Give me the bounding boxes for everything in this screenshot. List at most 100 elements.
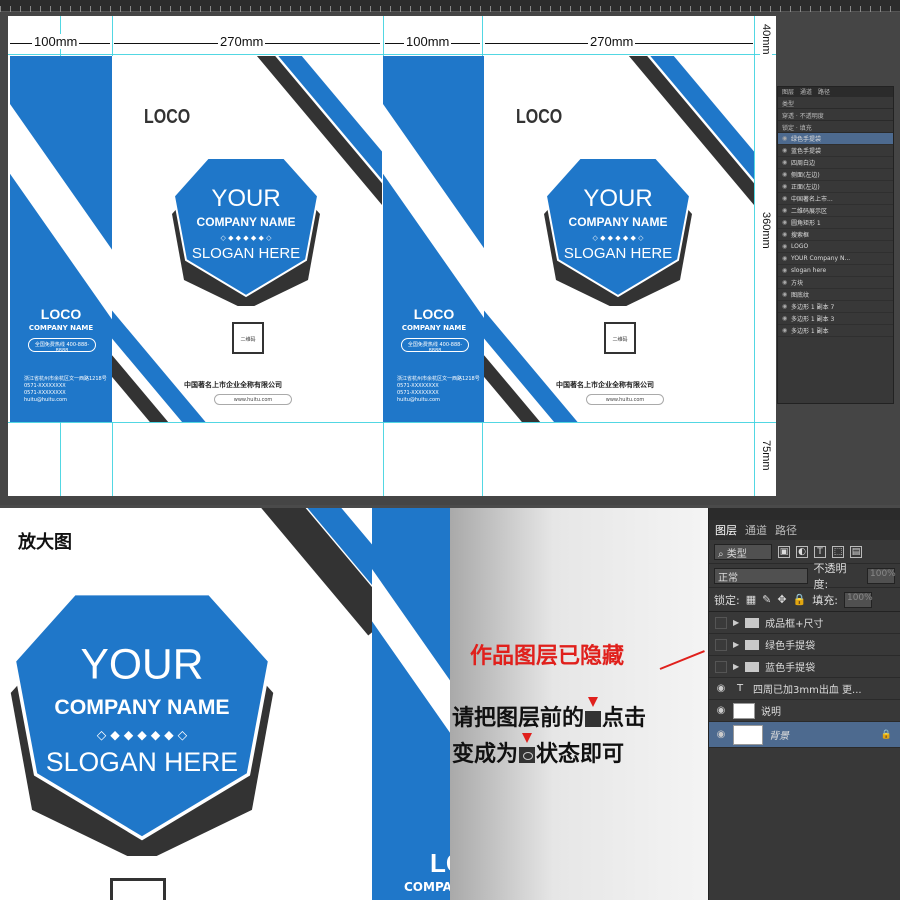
layer-row[interactable]: ◉ T 四周已加3mm出血 更...	[709, 678, 900, 700]
company-badge: YOUR COMPANY NAME ◇ ◆ ◆ ◆ ◆ ◆ ◇ SLOGAN H…	[544, 157, 692, 306]
eye-icon[interactable]: ◉	[782, 171, 791, 178]
eye-icon[interactable]: ◉	[782, 207, 791, 214]
layer-row[interactable]: ◉ 多边形 1 副本 3	[778, 313, 893, 325]
layer-name: 二维码展示区	[791, 208, 828, 215]
lock-paint-icon[interactable]: ✎	[762, 593, 771, 606]
layer-row[interactable]: ◉ LOGO	[778, 241, 893, 253]
bag-template-sheet[interactable]: 100mm 270mm 100mm 270mm 40mm 360mm 75mm …	[8, 16, 776, 496]
kind-label: 类型	[726, 548, 747, 560]
tab-layers[interactable]: 图层	[782, 87, 794, 97]
dark-diagonal-bar	[484, 298, 585, 422]
layer-row[interactable]: ◉ 搜索框	[778, 229, 893, 241]
lock-move-icon[interactable]: ✥	[777, 593, 786, 606]
layer-name: 侧面(左边)	[791, 172, 820, 179]
eye-icon[interactable]: ◉	[782, 303, 791, 310]
visibility-toggle-hidden[interactable]	[715, 616, 727, 629]
ruler-tick	[820, 6, 821, 12]
tab-layers[interactable]: 图层	[715, 522, 737, 538]
eye-icon[interactable]: ◉	[715, 683, 727, 695]
eye-icon[interactable]: ◉	[715, 705, 727, 717]
dimension-label: 40mm	[760, 24, 772, 55]
ruler-tick	[510, 6, 511, 12]
lock-pixels-icon[interactable]: ▦	[746, 593, 756, 606]
ruler-tick	[720, 6, 721, 12]
blend-mode-select[interactable]: 正常	[714, 567, 808, 584]
ruler-tick	[270, 6, 271, 12]
eye-icon[interactable]: ◉	[782, 255, 791, 262]
fill-input[interactable]: 100%	[843, 591, 873, 608]
dimension-label: 75mm	[760, 440, 772, 471]
eye-icon[interactable]: ◉	[782, 183, 791, 190]
visibility-toggle-hidden[interactable]	[715, 638, 727, 651]
layer-row[interactable]: ◉ 多边形 1 副本	[778, 325, 893, 337]
layer-row[interactable]: ◉ 绿色手提袋	[778, 133, 893, 145]
eye-icon[interactable]: ◉	[782, 159, 791, 166]
expand-arrow-icon[interactable]: ▶	[733, 640, 739, 649]
side-logo: LOCO	[413, 306, 455, 322]
opacity-label: 不透明度	[799, 113, 824, 120]
image-filter-icon[interactable]: ▣	[778, 545, 790, 558]
layer-row[interactable]: ◉ 正面(左边)	[778, 181, 893, 193]
eye-icon[interactable]: ◉	[782, 327, 791, 334]
layer-row[interactable]: ▶ 蓝色手提袋	[709, 656, 900, 678]
layer-name: 中国著名上市...	[791, 196, 833, 203]
fill-label: 填充:	[812, 593, 838, 607]
email-text: huitu@huitu.com	[397, 397, 440, 403]
layer-row[interactable]: ◉ 蓝色手提袋	[778, 145, 893, 157]
eye-icon[interactable]: ◉	[782, 279, 791, 286]
layer-row[interactable]: ◉ YOUR Company N...	[778, 253, 893, 265]
layer-row[interactable]: ◉ 方块	[778, 277, 893, 289]
kind-filter[interactable]: 类型	[778, 97, 893, 109]
eye-icon[interactable]: ◉	[782, 315, 791, 322]
layer-row[interactable]: ◉ 二维码展示区	[778, 205, 893, 217]
horizontal-ruler[interactable]	[0, 0, 900, 12]
tab-channels[interactable]: 通道	[745, 522, 767, 538]
lock-all-icon[interactable]: 🔒	[793, 593, 807, 606]
opacity-input[interactable]: 100%	[867, 567, 896, 584]
expand-arrow-icon[interactable]: ▶	[733, 662, 739, 671]
panel-tabs: 图层 通道 路径	[709, 520, 900, 540]
ruler-tick	[740, 6, 741, 12]
ruler-tick	[810, 6, 811, 12]
layer-row[interactable]: ▶ 成品框+尺寸	[709, 612, 900, 634]
eye-icon[interactable]: ◉	[782, 243, 791, 250]
ruler-tick	[730, 6, 731, 12]
layer-row[interactable]: ◉ 侧面(左边)	[778, 169, 893, 181]
eye-icon[interactable]: ◉	[782, 219, 791, 226]
blend-mode-select[interactable]: 穿透	[782, 113, 794, 120]
eye-icon[interactable]: ◉	[782, 195, 791, 202]
layer-row[interactable]: ▶ 绿色手提袋	[709, 634, 900, 656]
tab-paths[interactable]: 路径	[818, 87, 830, 97]
smart-object-filter-icon[interactable]: ▤	[850, 545, 862, 558]
layer-name: 圆角矩形 1	[791, 220, 821, 227]
layer-row[interactable]: ◉ 圆角矩形 1	[778, 217, 893, 229]
text-filter-icon[interactable]: T	[814, 545, 826, 558]
tab-paths[interactable]: 路径	[775, 522, 797, 538]
adjustment-filter-icon[interactable]: ◐	[796, 545, 808, 558]
tab-channels[interactable]: 通道	[800, 87, 812, 97]
eye-icon[interactable]: ◉	[782, 135, 791, 142]
layer-row[interactable]: ◉ 图底纹	[778, 289, 893, 301]
layer-row[interactable]: ◉ slogan here	[778, 265, 893, 277]
layer-row[interactable]: ◉ 说明	[709, 700, 900, 722]
eye-icon[interactable]: ◉	[782, 147, 791, 154]
layer-row[interactable]: ◉ 四周白边	[778, 157, 893, 169]
ruler-tick	[90, 6, 91, 12]
instruction-text: 变成为	[452, 742, 519, 767]
expand-arrow-icon[interactable]: ▶	[733, 618, 739, 627]
ruler-tick	[50, 6, 51, 12]
eye-icon[interactable]: ◉	[782, 291, 791, 298]
kind-filter-select[interactable]: ⌕ 类型	[714, 543, 772, 560]
ruler-tick	[210, 6, 211, 12]
layer-name: 绿色手提袋	[791, 136, 822, 143]
eye-icon[interactable]: ◉	[715, 729, 727, 741]
ruler-tick	[640, 6, 641, 12]
layer-row[interactable]: ◉ 多边形 1 副本 7	[778, 301, 893, 313]
visibility-toggle-hidden[interactable]	[715, 660, 727, 673]
layer-name: 正面(左边)	[791, 184, 820, 191]
layer-row[interactable]: ◉ 背景 🔒	[709, 722, 900, 748]
eye-icon[interactable]: ◉	[782, 231, 791, 238]
shape-filter-icon[interactable]: ⬚	[832, 545, 844, 558]
eye-icon[interactable]: ◉	[782, 267, 791, 274]
layer-row[interactable]: ◉ 中国著名上市...	[778, 193, 893, 205]
